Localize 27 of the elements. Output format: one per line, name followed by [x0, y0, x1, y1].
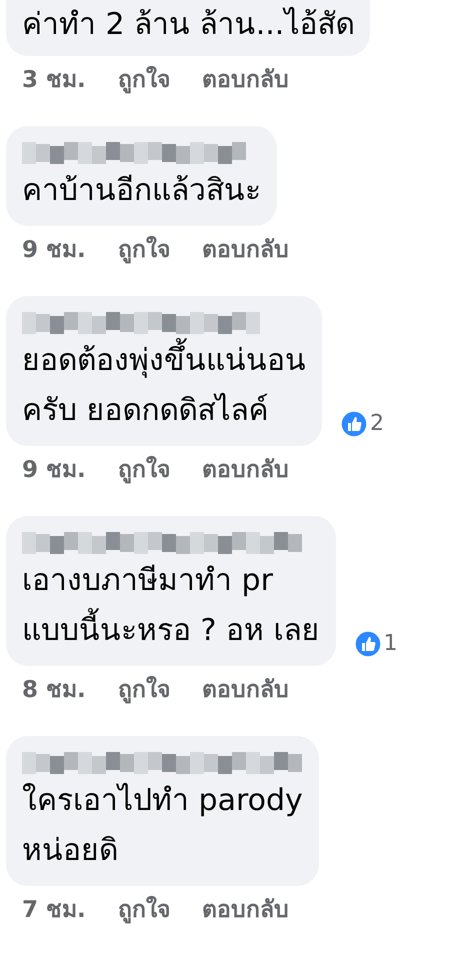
comment-text: ยอดต้องพุ่งขึ้นแน่นอน — [22, 336, 306, 386]
comment-time: 7 ชม. — [22, 896, 86, 925]
like-link[interactable]: ถูกใจ — [118, 62, 170, 98]
like-icon — [340, 410, 368, 438]
reply-link[interactable]: ตอบกลับ — [202, 232, 289, 268]
reply-link[interactable]: ตอบกลับ — [202, 672, 289, 708]
reply-link[interactable]: ตอบกลับ — [202, 62, 289, 98]
comment-text: ครับ ยอดกดดิสไลค์ — [22, 392, 270, 430]
like-link[interactable]: ถูกใจ — [118, 452, 170, 488]
comment-text: หน่อยดิ — [22, 832, 119, 870]
comment-time: 3 ชม. — [22, 66, 86, 95]
comment-text: แบบนี้นะหรอ ? อห เลย — [22, 606, 320, 656]
like-link[interactable]: ถูกใจ — [118, 892, 170, 928]
like-link[interactable]: ถูกใจ — [118, 232, 170, 268]
comment-text: คาบ้านอีกแล้วสินะ — [22, 172, 261, 210]
comment-text: เอางบภาษีมาทำ pr — [22, 562, 274, 600]
comment-time: 9 ชม. — [22, 236, 86, 265]
reply-link[interactable]: ตอบกลับ — [202, 452, 289, 488]
like-icon — [354, 630, 382, 658]
comment-text: ใครเอาไปทำ parody — [22, 782, 303, 820]
like-link[interactable]: ถูกใจ — [118, 672, 170, 708]
reaction-count: 1 — [384, 630, 398, 658]
comment-time: 8 ชม. — [22, 676, 86, 705]
reaction-count: 2 — [370, 410, 384, 438]
comment-text: ค่าทำ 2 ล้าน ล้าน...ไอ้สัด — [22, 6, 354, 44]
comment-time: 9 ชม. — [22, 456, 86, 485]
reply-link[interactable]: ตอบกลับ — [202, 892, 289, 928]
